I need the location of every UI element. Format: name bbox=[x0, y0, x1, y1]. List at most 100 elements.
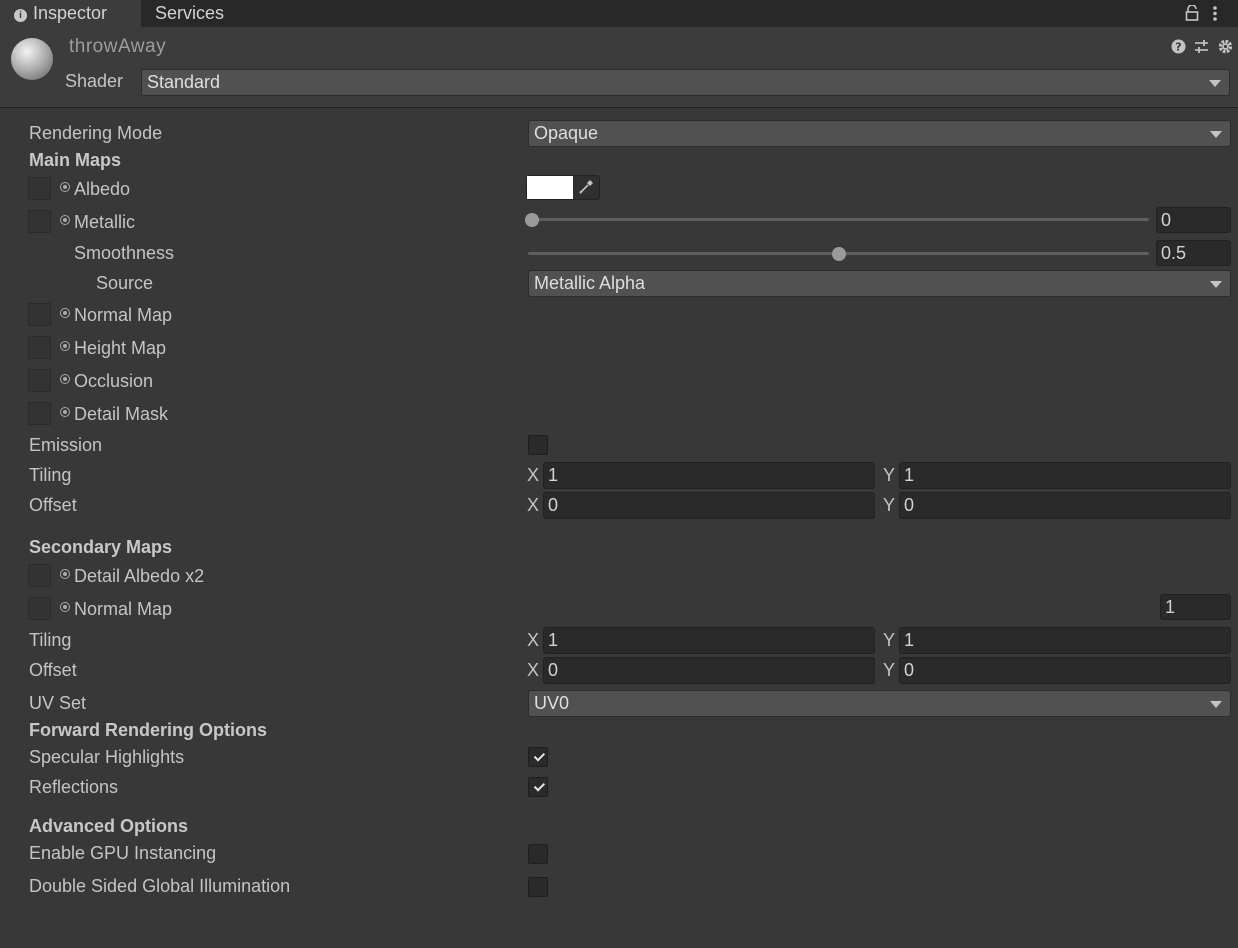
secondary-normal-scale-field[interactable]: 1 bbox=[1160, 594, 1231, 620]
secondary-normal-map-texture-slot[interactable] bbox=[28, 597, 51, 620]
metallic-label[interactable]: Metallic bbox=[60, 212, 135, 233]
source-value: Metallic Alpha bbox=[534, 273, 646, 293]
main-maps-heading: Main Maps bbox=[29, 150, 122, 170]
metallic-value-field[interactable]: 0 bbox=[1156, 207, 1231, 233]
double-sided-gi-label: Double Sided Global Illumination bbox=[29, 876, 291, 896]
metallic-slider-thumb[interactable] bbox=[525, 213, 539, 227]
double-sided-gi-checkbox[interactable] bbox=[528, 877, 548, 897]
secondary-tiling-x-label: X bbox=[527, 630, 540, 650]
albedo-texture-slot[interactable] bbox=[28, 177, 51, 200]
metallic-label-text: Metallic bbox=[74, 212, 136, 232]
texture-picker-icon bbox=[60, 308, 70, 318]
rendering-mode-label: Rendering Mode bbox=[29, 123, 163, 143]
reflections-checkbox[interactable] bbox=[528, 777, 548, 797]
chevron-down-icon bbox=[1210, 130, 1222, 138]
tab-inspector[interactable]: i Inspector bbox=[0, 0, 141, 27]
main-offset-y-label: Y bbox=[883, 495, 896, 515]
tab-bar: i Inspector Services bbox=[0, 0, 1238, 27]
texture-picker-icon bbox=[60, 407, 70, 417]
uv-set-value: UV0 bbox=[534, 693, 570, 713]
info-icon: i bbox=[14, 9, 27, 22]
help-icon[interactable]: ? bbox=[1171, 39, 1186, 54]
texture-picker-icon bbox=[60, 602, 70, 612]
secondary-tiling-y-field[interactable]: 1 bbox=[899, 627, 1231, 654]
texture-picker-icon bbox=[60, 569, 70, 579]
checkmark-icon bbox=[533, 750, 546, 762]
material-preview-sphere bbox=[11, 38, 53, 80]
shader-value: Standard bbox=[147, 72, 221, 92]
forward-rendering-heading: Forward Rendering Options bbox=[29, 720, 268, 740]
smoothness-source-dropdown[interactable]: Metallic Alpha bbox=[528, 270, 1231, 297]
normal-map-label[interactable]: Normal Map bbox=[60, 305, 172, 326]
detail-albedo-texture-slot[interactable] bbox=[28, 564, 51, 587]
gpu-instancing-checkbox[interactable] bbox=[528, 844, 548, 864]
more-options-icon[interactable] bbox=[1212, 5, 1218, 22]
secondary-tiling-label: Tiling bbox=[29, 630, 72, 650]
emission-checkbox[interactable] bbox=[528, 435, 548, 455]
shader-dropdown[interactable]: Standard bbox=[141, 69, 1230, 96]
rendering-mode-dropdown[interactable]: Opaque bbox=[528, 120, 1231, 147]
albedo-label-text: Albedo bbox=[74, 179, 131, 199]
secondary-offset-y-field[interactable]: 0 bbox=[899, 657, 1231, 684]
height-map-label-text: Height Map bbox=[74, 338, 167, 358]
checkmark-icon bbox=[533, 780, 546, 792]
occlusion-label-text: Occlusion bbox=[74, 371, 154, 391]
main-tiling-x-field[interactable]: 1 bbox=[543, 462, 875, 489]
main-tiling-x-label: X bbox=[527, 465, 540, 485]
secondary-offset-x-field[interactable]: 0 bbox=[543, 657, 875, 684]
emission-label: Emission bbox=[29, 435, 103, 455]
albedo-label[interactable]: Albedo bbox=[60, 179, 130, 200]
secondary-offset-y-label: Y bbox=[883, 660, 896, 680]
albedo-color-swatch[interactable] bbox=[527, 176, 573, 199]
shader-label: Shader bbox=[65, 71, 124, 91]
detail-mask-label[interactable]: Detail Mask bbox=[60, 404, 168, 425]
secondary-tiling-x-field[interactable]: 1 bbox=[543, 627, 875, 654]
secondary-normal-map-label[interactable]: Normal Map bbox=[60, 599, 172, 620]
texture-picker-icon bbox=[60, 215, 70, 225]
normal-map-label-text: Normal Map bbox=[74, 305, 173, 325]
main-offset-label: Offset bbox=[29, 495, 77, 515]
preset-sliders-icon[interactable] bbox=[1194, 39, 1209, 54]
secondary-offset-label: Offset bbox=[29, 660, 77, 680]
uv-set-dropdown[interactable]: UV0 bbox=[528, 690, 1231, 717]
material-name: throwAway bbox=[69, 36, 167, 57]
chevron-down-icon bbox=[1209, 79, 1221, 87]
rendering-mode-value: Opaque bbox=[534, 123, 599, 143]
metallic-texture-slot[interactable] bbox=[28, 210, 51, 233]
height-map-texture-slot[interactable] bbox=[28, 336, 51, 359]
eyedropper-icon[interactable] bbox=[578, 179, 594, 195]
gear-icon[interactable] bbox=[1217, 38, 1234, 55]
svg-text:?: ? bbox=[1175, 41, 1181, 54]
texture-picker-icon bbox=[60, 182, 70, 192]
albedo-color-field[interactable] bbox=[526, 175, 600, 200]
main-tiling-y-label: Y bbox=[883, 465, 896, 485]
height-map-label[interactable]: Height Map bbox=[60, 338, 166, 359]
texture-picker-icon bbox=[60, 374, 70, 384]
smoothness-label: Smoothness bbox=[74, 243, 175, 263]
main-offset-x-label: X bbox=[527, 495, 540, 515]
specular-highlights-checkbox[interactable] bbox=[528, 747, 548, 767]
specular-highlights-label: Specular Highlights bbox=[29, 747, 185, 767]
tab-services[interactable]: Services bbox=[141, 0, 251, 27]
main-offset-y-field[interactable]: 0 bbox=[899, 492, 1231, 519]
main-offset-x-field[interactable]: 0 bbox=[543, 492, 875, 519]
normal-map-texture-slot[interactable] bbox=[28, 303, 51, 326]
secondary-offset-x-label: X bbox=[527, 660, 540, 680]
detail-mask-texture-slot[interactable] bbox=[28, 402, 51, 425]
advanced-options-heading: Advanced Options bbox=[29, 816, 189, 836]
secondary-normal-map-label-text: Normal Map bbox=[74, 599, 173, 619]
occlusion-label[interactable]: Occlusion bbox=[60, 371, 153, 392]
lock-icon[interactable] bbox=[1185, 5, 1199, 21]
main-tiling-y-field[interactable]: 1 bbox=[899, 462, 1231, 489]
main-tiling-label: Tiling bbox=[29, 465, 72, 485]
metallic-slider-track[interactable] bbox=[528, 218, 1149, 221]
smoothness-value-field[interactable]: 0.5 bbox=[1156, 240, 1231, 266]
detail-albedo-label-text: Detail Albedo x2 bbox=[74, 566, 205, 586]
uv-set-label: UV Set bbox=[29, 693, 87, 713]
detail-mask-label-text: Detail Mask bbox=[74, 404, 169, 424]
tab-services-label: Services bbox=[155, 3, 225, 23]
occlusion-texture-slot[interactable] bbox=[28, 369, 51, 392]
detail-albedo-label[interactable]: Detail Albedo x2 bbox=[60, 566, 204, 587]
smoothness-slider-thumb[interactable] bbox=[831, 247, 846, 261]
secondary-tiling-y-label: Y bbox=[883, 630, 896, 650]
